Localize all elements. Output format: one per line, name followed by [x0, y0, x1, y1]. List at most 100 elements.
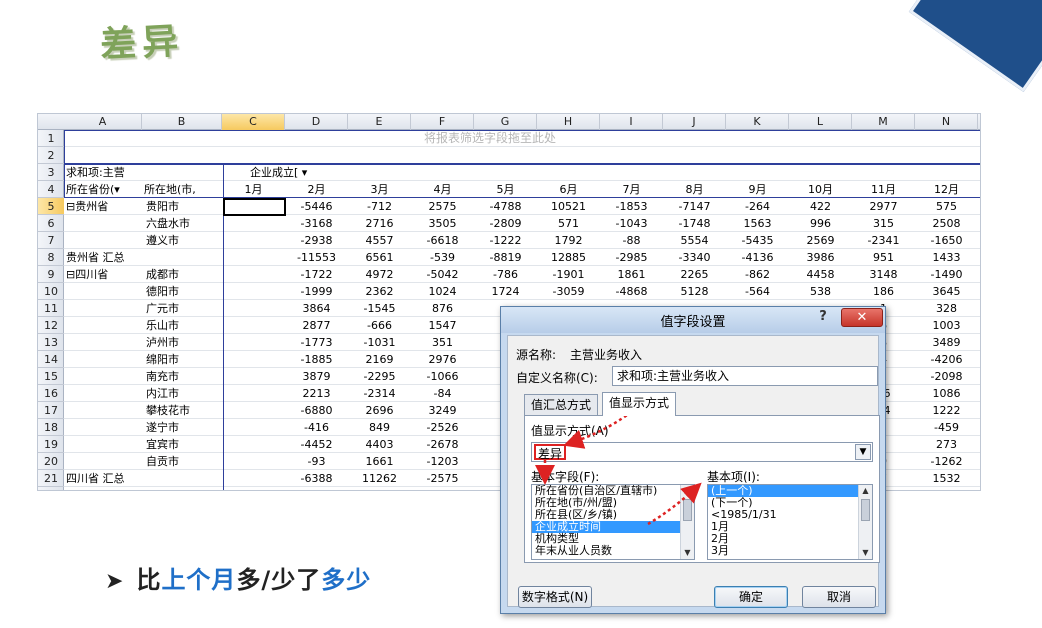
- value-cell[interactable]: 351: [411, 334, 474, 351]
- value-cell[interactable]: -93: [285, 453, 348, 470]
- city-cell[interactable]: 乐山市: [146, 317, 222, 334]
- chevron-down-icon[interactable]: ▼: [855, 444, 871, 460]
- value-cell[interactable]: -1031: [348, 334, 411, 351]
- value-cell[interactable]: [222, 470, 285, 487]
- value-cell[interactable]: 4557: [348, 232, 411, 249]
- value-cell[interactable]: 538: [789, 283, 852, 300]
- row-header[interactable]: 19: [38, 436, 64, 453]
- row-header[interactable]: 6: [38, 215, 64, 232]
- list-item[interactable]: 1月: [708, 521, 872, 533]
- value-cell[interactable]: 328: [915, 300, 978, 317]
- row-header[interactable]: 10: [38, 283, 64, 300]
- value-cell[interactable]: -4788: [474, 198, 537, 215]
- value-cell[interactable]: -5042: [411, 266, 474, 283]
- ok-button[interactable]: 确定: [714, 586, 788, 608]
- row-header[interactable]: 20: [38, 453, 64, 470]
- city-cell[interactable]: 六盘水市: [146, 215, 222, 232]
- value-cell[interactable]: [222, 402, 285, 419]
- value-cell[interactable]: 1003: [915, 317, 978, 334]
- value-cell[interactable]: -5446: [285, 198, 348, 215]
- city-cell[interactable]: [146, 470, 222, 487]
- value-cell[interactable]: 186: [852, 283, 915, 300]
- value-cell[interactable]: [222, 351, 285, 368]
- value-cell[interactable]: 11262: [348, 470, 411, 487]
- row-header[interactable]: 3: [38, 164, 64, 181]
- value-cell[interactable]: [222, 453, 285, 470]
- list-item[interactable]: 年末从业人员数: [532, 545, 694, 557]
- column-header[interactable]: H: [537, 114, 600, 130]
- show-as-select[interactable]: 差异 ▼: [531, 442, 873, 462]
- value-cell[interactable]: 849: [348, 419, 411, 436]
- city-cell[interactable]: 遂宁市: [146, 419, 222, 436]
- custom-name-input[interactable]: 求和项:主营业务收入: [612, 366, 878, 386]
- dialog-titlebar[interactable]: 值字段设置 ? ✕: [501, 307, 885, 333]
- base-field-scrollbar[interactable]: ▲ ▼: [680, 485, 694, 559]
- city-cell[interactable]: 自贡市: [146, 453, 222, 470]
- value-cell[interactable]: -1066: [411, 368, 474, 385]
- value-cell[interactable]: -1773: [285, 334, 348, 351]
- list-item[interactable]: 3月: [708, 545, 872, 557]
- value-cell[interactable]: [222, 232, 285, 249]
- value-cell[interactable]: 5554: [663, 232, 726, 249]
- row-header[interactable]: 12: [38, 317, 64, 334]
- column-header[interactable]: N: [915, 114, 978, 130]
- value-cell[interactable]: -2098: [915, 368, 978, 385]
- value-cell[interactable]: 2696: [348, 402, 411, 419]
- value-cell[interactable]: 1222: [915, 402, 978, 419]
- row-header[interactable]: 2: [38, 147, 64, 164]
- column-header[interactable]: I: [600, 114, 663, 130]
- value-cell[interactable]: -2341: [852, 232, 915, 249]
- column-header[interactable]: D: [285, 114, 348, 130]
- value-cell[interactable]: 3645: [915, 283, 978, 300]
- city-cell[interactable]: 成都市: [146, 266, 222, 283]
- value-cell[interactable]: 1547: [411, 317, 474, 334]
- list-item[interactable]: 2月: [708, 533, 872, 545]
- value-cell[interactable]: 1433: [915, 249, 978, 266]
- value-cell[interactable]: -1222: [474, 232, 537, 249]
- value-cell[interactable]: -1262: [915, 453, 978, 470]
- value-cell[interactable]: -5435: [726, 232, 789, 249]
- value-cell[interactable]: -1885: [285, 351, 348, 368]
- value-cell[interactable]: 3489: [915, 334, 978, 351]
- value-cell[interactable]: -459: [915, 419, 978, 436]
- value-cell[interactable]: -4868: [600, 283, 663, 300]
- scroll-down-icon[interactable]: ▼: [859, 547, 872, 559]
- value-cell[interactable]: -3340: [663, 249, 726, 266]
- value-cell[interactable]: [222, 300, 285, 317]
- row-header[interactable]: 9: [38, 266, 64, 283]
- row-header[interactable]: 1: [38, 130, 64, 147]
- value-cell[interactable]: -3168: [285, 215, 348, 232]
- city-cell[interactable]: 德阳市: [146, 283, 222, 300]
- city-cell[interactable]: 南充市: [146, 368, 222, 385]
- column-header[interactable]: B: [142, 114, 222, 130]
- value-cell[interactable]: [222, 317, 285, 334]
- city-cell[interactable]: 宜宾市: [146, 436, 222, 453]
- column-header[interactable]: J: [663, 114, 726, 130]
- value-cell[interactable]: -6880: [285, 402, 348, 419]
- value-cell[interactable]: -712: [348, 198, 411, 215]
- city-cell[interactable]: 广元市: [146, 300, 222, 317]
- value-cell[interactable]: -1901: [537, 266, 600, 283]
- value-cell[interactable]: 2716: [348, 215, 411, 232]
- column-header[interactable]: K: [726, 114, 789, 130]
- cancel-button[interactable]: 取消: [802, 586, 876, 608]
- value-field-settings-dialog[interactable]: 值字段设置 ? ✕ 源名称: 主营业务收入 自定义名称(C): 求和项:主营业务…: [500, 306, 886, 614]
- value-cell[interactable]: [222, 249, 285, 266]
- value-cell[interactable]: -2314: [348, 385, 411, 402]
- value-cell[interactable]: -539: [411, 249, 474, 266]
- value-cell[interactable]: 3986: [789, 249, 852, 266]
- value-cell[interactable]: 3249: [411, 402, 474, 419]
- city-cell[interactable]: 遵义市: [146, 232, 222, 249]
- row-header[interactable]: 17: [38, 402, 64, 419]
- value-cell[interactable]: 2265: [663, 266, 726, 283]
- close-button[interactable]: ✕: [841, 308, 883, 327]
- value-cell[interactable]: 6561: [348, 249, 411, 266]
- value-cell[interactable]: -1490: [915, 266, 978, 283]
- value-cell[interactable]: 2508: [915, 215, 978, 232]
- city-cell[interactable]: 泸州市: [146, 334, 222, 351]
- tab-show-values-as[interactable]: 值显示方式: [602, 392, 677, 416]
- value-cell[interactable]: 1792: [537, 232, 600, 249]
- value-cell[interactable]: 4403: [348, 436, 411, 453]
- city-cell[interactable]: 贵阳市: [146, 198, 222, 215]
- city-cell[interactable]: 绵阳市: [146, 351, 222, 368]
